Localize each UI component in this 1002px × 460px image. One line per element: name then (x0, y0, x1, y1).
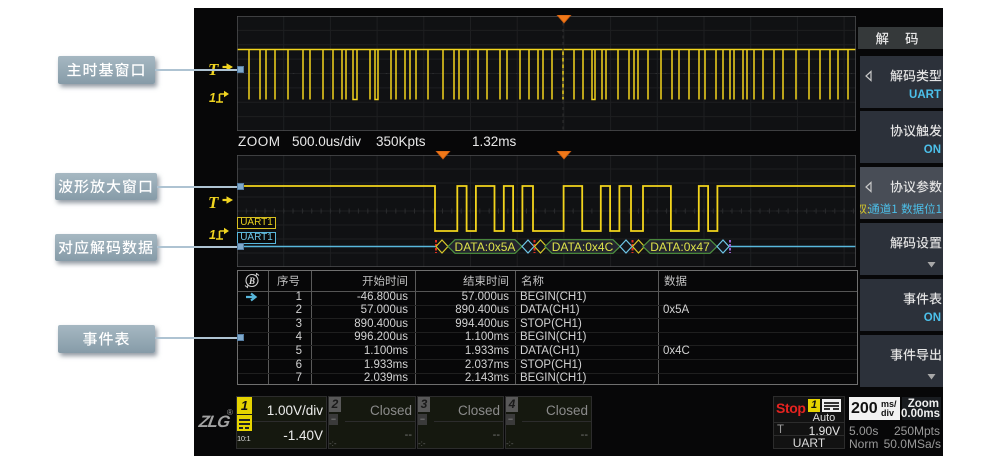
svg-text:DATA:0x4C: DATA:0x4C (552, 240, 614, 254)
svg-text:T: T (208, 193, 219, 211)
svg-text:1: 1 (209, 228, 216, 241)
svg-text:DATA:0x47: DATA:0x47 (650, 240, 710, 254)
svg-text:B: B (248, 276, 255, 286)
svg-text:DATA:0x5A: DATA:0x5A (455, 240, 516, 254)
svg-text:1: 1 (209, 91, 216, 104)
